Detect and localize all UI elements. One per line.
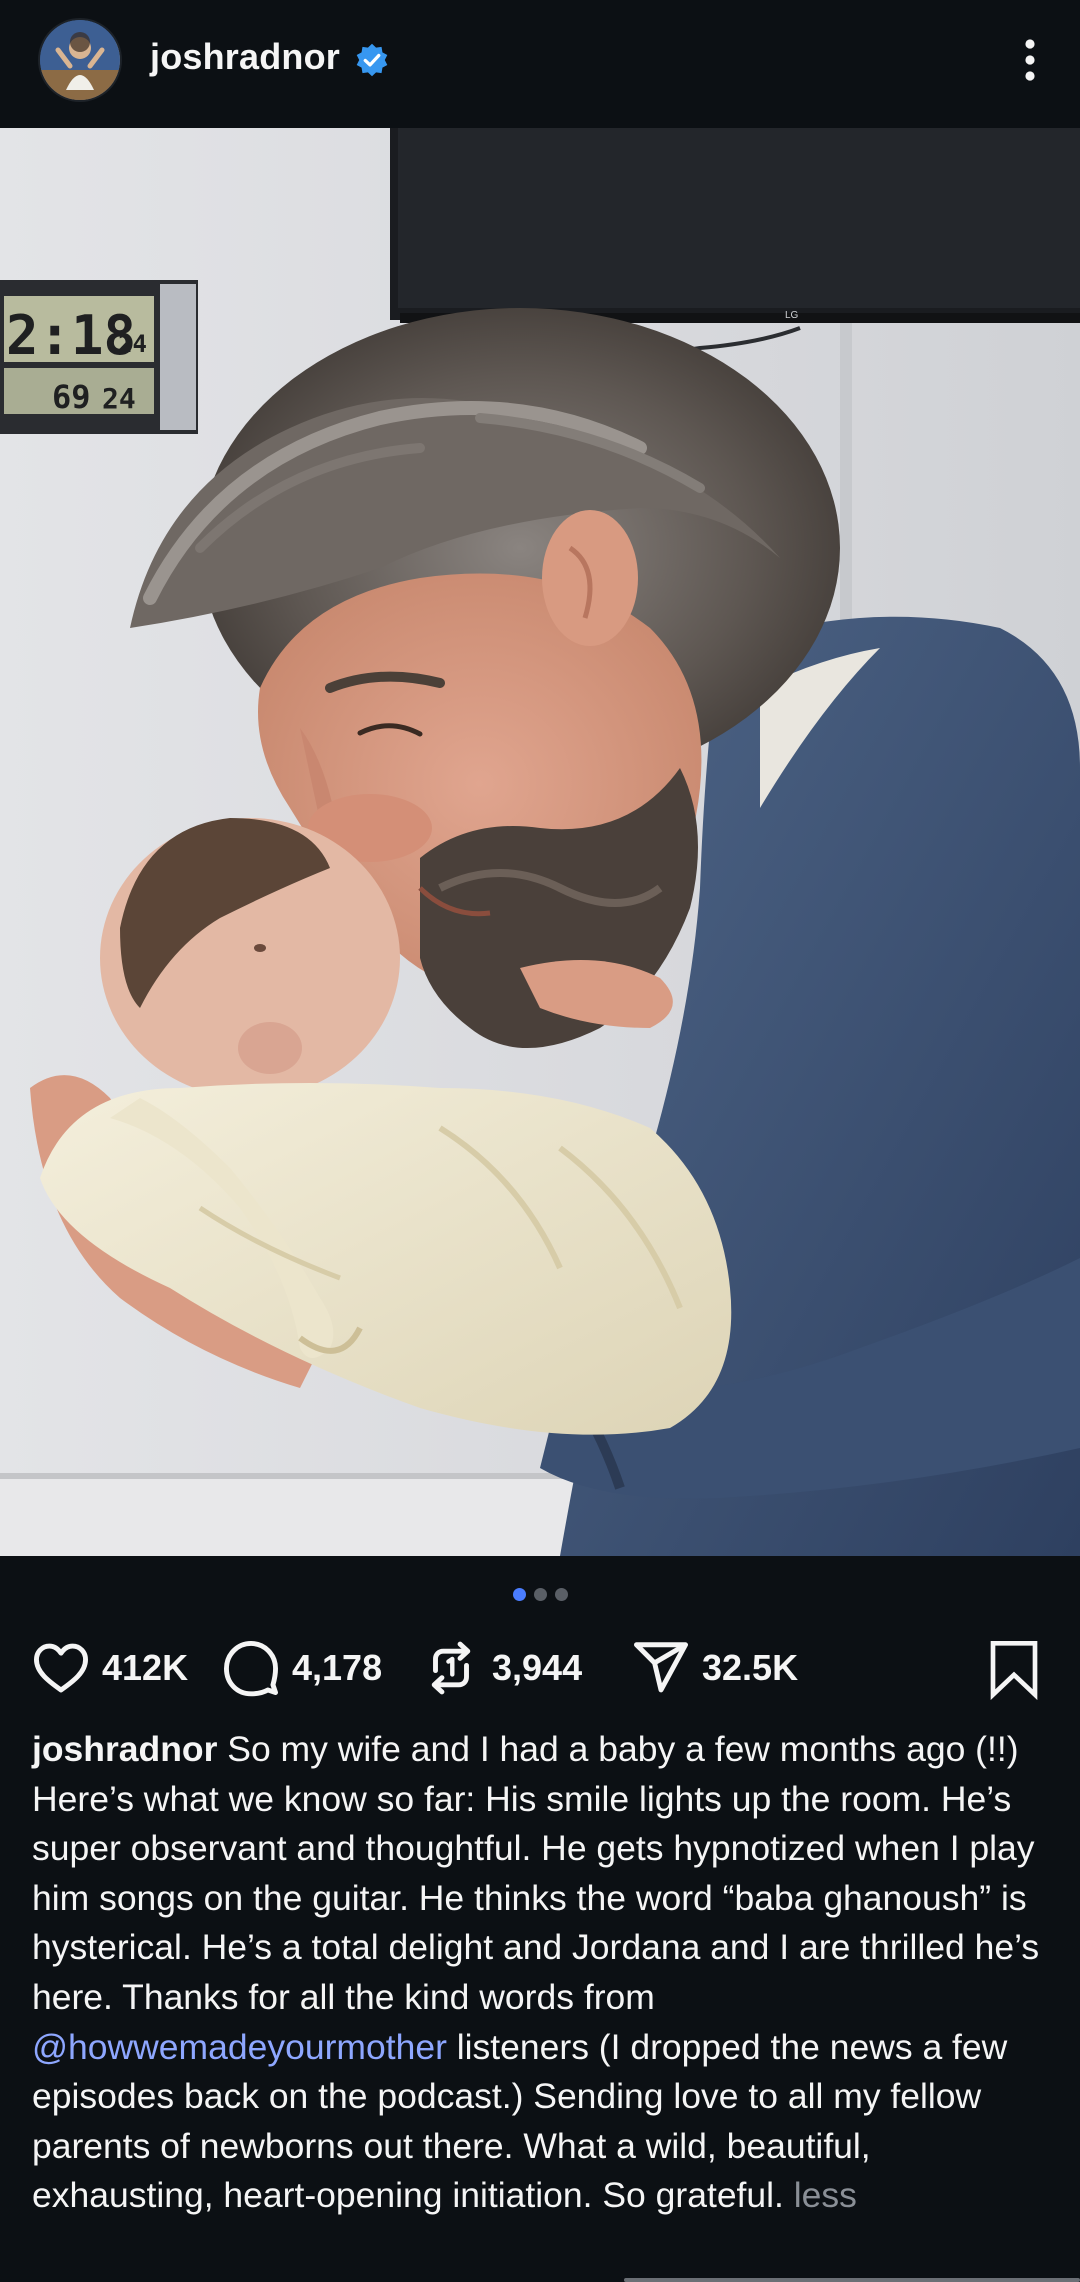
caption-mention-link[interactable]: @howwemadeyourmother (32, 2027, 447, 2067)
repost-icon (431, 1641, 471, 1695)
post-image[interactable]: LG 2:18 24 69 24 (0, 128, 1080, 1556)
caption-text: So my wife and I had a baby a few months… (32, 1729, 1040, 2017)
verified-badge-icon (356, 43, 388, 77)
carousel-dot (533, 1588, 547, 1601)
share-button[interactable]: 32.5K (630, 1638, 798, 1698)
wall-clock: 2:18 24 69 24 (0, 280, 198, 434)
bookmark-icon (990, 1641, 1038, 1701)
repost-button[interactable]: 3,944 (420, 1638, 582, 1698)
comment-icon (224, 1641, 278, 1697)
like-count: 412K (102, 1647, 189, 1688)
post-header: joshradnor (0, 0, 1080, 128)
more-vertical-icon (1025, 39, 1035, 81)
carousel-dot (554, 1588, 568, 1601)
save-button[interactable] (986, 1638, 1042, 1701)
heart-icon (34, 1643, 88, 1693)
post-actions: 412K 4,178 3,944 32.5K (0, 1628, 1080, 1708)
post-username[interactable]: joshradnor (150, 36, 340, 78)
svg-text:69: 69 (52, 378, 91, 416)
svg-text:24: 24 (102, 382, 136, 415)
home-indicator (624, 2278, 1080, 2282)
carousel-dot-active (512, 1588, 526, 1601)
avatar-image (40, 20, 120, 100)
svg-text:LG: LG (785, 310, 799, 321)
carousel-indicator (0, 1588, 1080, 1601)
comment-button[interactable]: 4,178 (220, 1638, 382, 1698)
caption-username[interactable]: joshradnor (32, 1729, 217, 1769)
avatar[interactable] (40, 20, 120, 100)
caption-less-button[interactable]: less (794, 2175, 857, 2215)
repost-count: 3,944 (492, 1647, 583, 1688)
like-button[interactable]: 412K (30, 1638, 188, 1698)
send-icon (634, 1642, 688, 1693)
more-options-button[interactable] (1010, 34, 1050, 86)
svg-text:2:18: 2:18 (6, 304, 136, 367)
post-photo-illustration: LG 2:18 24 69 24 (0, 128, 1080, 1556)
post-caption: joshradnor So my wife and I had a baby a… (32, 1725, 1052, 2221)
share-count: 32.5K (702, 1647, 799, 1688)
svg-text:24: 24 (118, 330, 147, 358)
comment-count: 4,178 (292, 1647, 383, 1688)
